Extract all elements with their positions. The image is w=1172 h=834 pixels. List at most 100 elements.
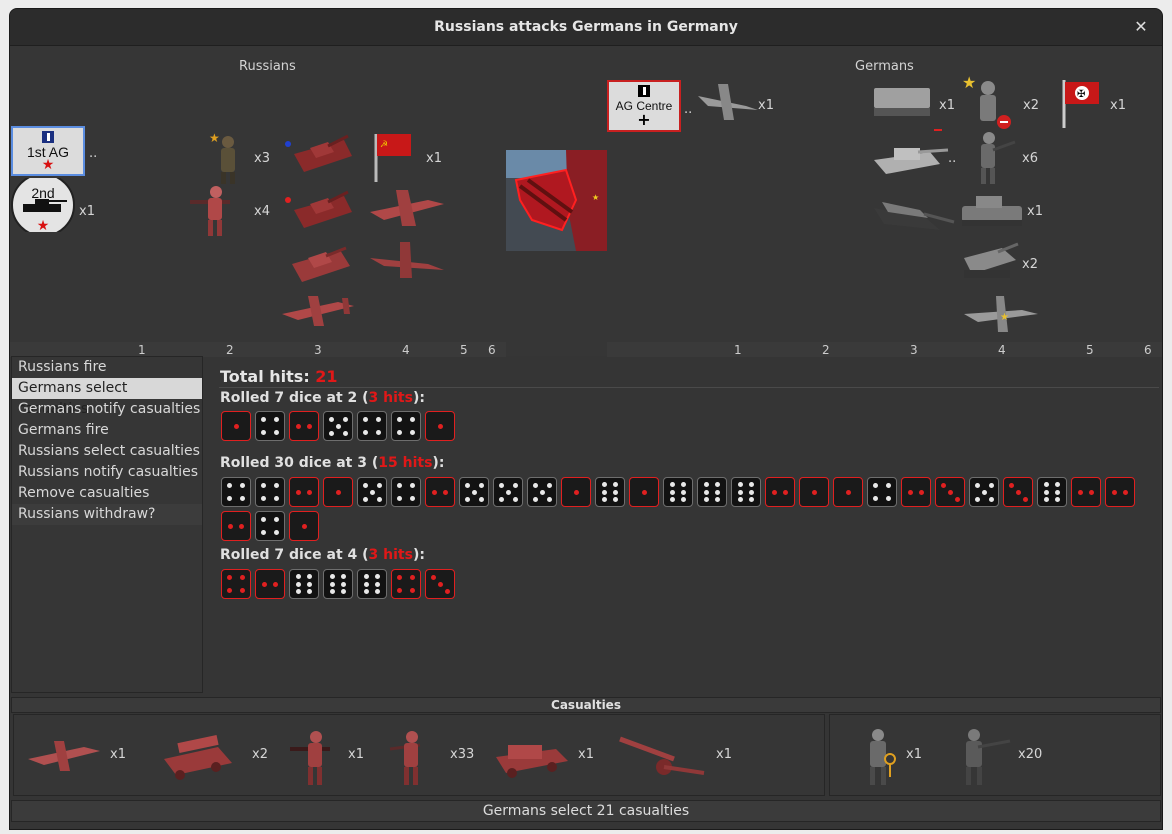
- die-pip: [1043, 497, 1049, 503]
- casualty-infantry-icon[interactable]: [948, 725, 1014, 787]
- column-number: 1: [138, 343, 146, 357]
- die-pip: [335, 489, 341, 495]
- russian-fighter-icon[interactable]: [278, 288, 358, 334]
- die-hit: [425, 477, 455, 507]
- casualty-fighter-icon[interactable]: [24, 733, 104, 779]
- close-icon[interactable]: ✕: [1132, 18, 1150, 36]
- russian-bomber-icon[interactable]: [366, 184, 446, 232]
- die-pip: [940, 482, 946, 488]
- die-pip: [546, 496, 552, 502]
- die-pip: [375, 581, 381, 587]
- casualty-officer-icon[interactable]: [856, 725, 902, 787]
- die-pip: [341, 573, 347, 579]
- step-item[interactable]: Remove casualties: [12, 483, 202, 504]
- die-pip: [261, 495, 267, 501]
- step-item[interactable]: Germans fire: [12, 420, 202, 441]
- step-item[interactable]: Germans notify casualties: [12, 399, 202, 420]
- die-pip: [261, 483, 267, 489]
- die-pip: [669, 489, 675, 495]
- die-pip: [873, 483, 879, 489]
- german-hq-marker[interactable]: AG Centre +: [607, 80, 681, 132]
- russian-infantry-icon[interactable]: [186, 182, 248, 238]
- german-tank-destroyer-icon[interactable]: [870, 184, 956, 238]
- casualty-count: x1: [110, 747, 126, 762]
- die-pip: [295, 589, 301, 595]
- russian-army-marker[interactable]: 2nd ★: [11, 178, 75, 232]
- die-pip: [947, 489, 953, 495]
- casualty-infantry-icon[interactable]: [380, 727, 442, 787]
- die-miss: [867, 477, 897, 507]
- die-miss: [527, 477, 557, 507]
- die-pip: [845, 489, 851, 495]
- german-tiger-tank-icon[interactable]: [870, 128, 950, 182]
- defender-label: Germans: [855, 59, 914, 74]
- die-pip: [681, 497, 687, 503]
- die-pip: [737, 481, 743, 487]
- step-item[interactable]: Russians withdraw?: [12, 504, 202, 525]
- die-pip: [601, 481, 607, 487]
- die-pip: [262, 581, 268, 587]
- die-pip: [261, 529, 267, 535]
- die-pip: [341, 581, 347, 587]
- attacker-label: Russians: [239, 59, 296, 74]
- die-hit: [901, 477, 931, 507]
- die-pip: [409, 495, 415, 501]
- russian-tank-icon[interactable]: [284, 126, 356, 182]
- die-miss: [459, 477, 489, 507]
- german-stuka-icon[interactable]: [694, 76, 760, 126]
- russian-officer-icon[interactable]: ★: [206, 130, 246, 184]
- die-pip: [273, 483, 279, 489]
- russian-tank-icon[interactable]: [284, 182, 356, 238]
- die-pip: [307, 589, 313, 595]
- casualties-title: Casualties: [11, 697, 1161, 713]
- step-item[interactable]: Russians select casualties: [12, 441, 202, 462]
- casualty-artillery-icon[interactable]: [614, 733, 710, 781]
- german-infantry-icon[interactable]: [965, 128, 1023, 186]
- die-pip: [772, 489, 778, 495]
- german-halftrack-icon[interactable]: [868, 78, 938, 122]
- territory-map-thumbnail[interactable]: ★: [506, 150, 607, 251]
- russian-tank-icon[interactable]: [284, 234, 356, 290]
- step-item[interactable]: Russians notify casualties: [12, 462, 202, 483]
- die-pip: [307, 581, 313, 587]
- die-hit: [391, 569, 421, 599]
- die-pip: [471, 489, 477, 495]
- die-pip: [981, 489, 987, 495]
- die-pip: [273, 517, 279, 523]
- german-flag-icon[interactable]: ✠: [1054, 76, 1106, 130]
- die-pip: [613, 481, 619, 487]
- casualty-armored-truck-icon[interactable]: [492, 733, 572, 781]
- german-fighter-icon[interactable]: ★: [960, 292, 1040, 334]
- soviet-flag-icon[interactable]: ☭: [366, 128, 416, 184]
- roll-hits: 3 hits: [368, 547, 413, 563]
- die-pip: [478, 482, 484, 488]
- german-heavy-tank-icon[interactable]: [958, 236, 1022, 286]
- die-pip: [464, 496, 470, 502]
- casualty-katyusha-icon[interactable]: [158, 729, 238, 785]
- column-number: 2: [226, 343, 234, 357]
- die-miss: [731, 477, 761, 507]
- german-general-icon[interactable]: ★: [958, 74, 1020, 132]
- step-item[interactable]: Russians fire: [12, 357, 202, 378]
- die-pip: [546, 482, 552, 488]
- russian-bomber-icon[interactable]: [366, 236, 446, 284]
- step-item[interactable]: Germans select casualties: [12, 378, 202, 417]
- die-pip: [239, 575, 245, 581]
- unit-count: x2: [1023, 98, 1039, 113]
- russian-hq-marker[interactable]: 1st AG ★: [11, 126, 85, 176]
- die-pip: [329, 589, 335, 595]
- die-pip: [409, 575, 415, 581]
- casualty-count: x1: [716, 747, 732, 762]
- unit-count: ..: [89, 146, 98, 161]
- dice-row: [221, 411, 1141, 441]
- die-pip: [227, 495, 233, 501]
- die-pip: [885, 483, 891, 489]
- die-pip: [376, 482, 382, 488]
- die-pip: [703, 497, 709, 503]
- die-pip: [442, 489, 448, 495]
- german-light-tank-icon[interactable]: [958, 186, 1026, 232]
- die-hit: [425, 411, 455, 441]
- die-pip: [261, 517, 267, 523]
- die-pip: [261, 429, 267, 435]
- casualty-machine-gunner-icon[interactable]: [286, 727, 348, 787]
